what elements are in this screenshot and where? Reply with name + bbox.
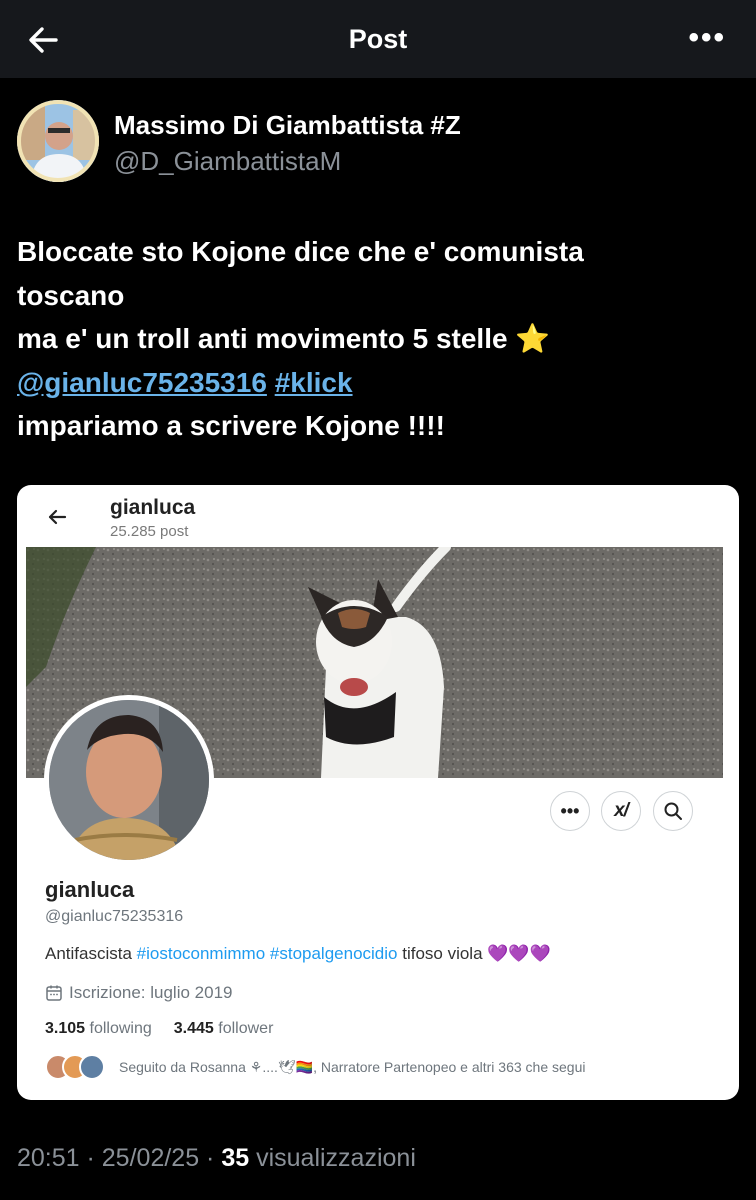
- author-name[interactable]: Massimo Di Giambattista #Z: [114, 110, 461, 141]
- profile-avatar: [44, 695, 214, 865]
- author-handle[interactable]: @D_GiambattistaM: [114, 146, 341, 177]
- post-text: Bloccate sto Kojone dice che e' comunist…: [17, 230, 737, 448]
- followers-count: 3.445: [173, 1020, 214, 1037]
- post-line: Bloccate sto Kojone dice che e' comunist…: [17, 236, 584, 267]
- post-links-line: @gianluc75235316 #klick: [17, 361, 737, 405]
- grok-icon: x/: [614, 800, 629, 821]
- avatar-photo: [17, 100, 99, 182]
- post-line: toscano: [17, 279, 125, 311]
- search-button: [653, 791, 693, 831]
- bio-hashtag: #iostoconmimmo: [136, 944, 266, 963]
- profile-handle: @gianluc75235316: [45, 908, 184, 925]
- author-avatar[interactable]: [17, 100, 99, 182]
- views-count: 35: [221, 1144, 250, 1172]
- more-options-button: •••: [550, 791, 590, 831]
- follow-counts: 3.105 following 3.445 follower: [45, 1020, 273, 1038]
- profile-joined: Iscrizione: luglio 2019: [45, 983, 232, 1003]
- separator: ·: [79, 1144, 102, 1172]
- followed-by-text: Seguito da Rosanna ⚘....🕊🏳️‍🌈, Narratore…: [119, 1058, 586, 1075]
- more-options-button[interactable]: •••: [688, 23, 726, 53]
- profile-avatar-photo: [49, 700, 209, 860]
- post-time[interactable]: 20:51: [17, 1144, 80, 1172]
- search-icon: [664, 802, 682, 820]
- bio-hashtag: #stopalgenocidio: [269, 944, 398, 963]
- following-count: 3.105: [45, 1020, 86, 1037]
- page-title: Post: [348, 24, 408, 54]
- separator: ·: [199, 1144, 222, 1172]
- joined-date: Iscrizione: luglio 2019: [69, 983, 233, 1002]
- grok-button: x/: [601, 791, 641, 831]
- calendar-icon: [46, 985, 62, 1001]
- followers-label: follower: [218, 1020, 274, 1037]
- followed-by: Seguito da Rosanna ⚘....🕊🏳️‍🌈, Narratore…: [45, 1053, 585, 1081]
- post-timestamp: 20:51 · 25/02/25 · 35 visualizzazioni: [17, 1144, 416, 1173]
- top-bar: Post •••: [0, 0, 756, 78]
- attached-image[interactable]: gianluca 25.285 post ••• x/ gianluca @gi…: [17, 485, 739, 1100]
- profile-name: gianluca: [45, 877, 135, 902]
- hashtag-link[interactable]: #klick: [275, 367, 353, 398]
- arrow-left-icon: [48, 509, 67, 525]
- profile-top-name: gianluca: [110, 496, 196, 519]
- profile-bio: Antifascista #iostoconmimmo #stopalgenoc…: [45, 944, 551, 964]
- mention-link[interactable]: @gianluc75235316: [17, 367, 267, 398]
- post-date[interactable]: 25/02/25: [102, 1144, 199, 1172]
- follower-avatar: [79, 1054, 105, 1080]
- following-label: following: [89, 1020, 152, 1037]
- post-line: ma e' un troll anti movimento 5 stelle ⭐: [17, 323, 551, 354]
- bio-text: tifoso viola 💜💜💜: [397, 944, 551, 963]
- post-line: impariamo a scrivere Kojone !!!!: [17, 410, 445, 441]
- bio-text: Antifascista: [45, 944, 137, 963]
- post-count: 25.285 post: [110, 523, 189, 540]
- views-label: visualizzazioni: [249, 1144, 416, 1172]
